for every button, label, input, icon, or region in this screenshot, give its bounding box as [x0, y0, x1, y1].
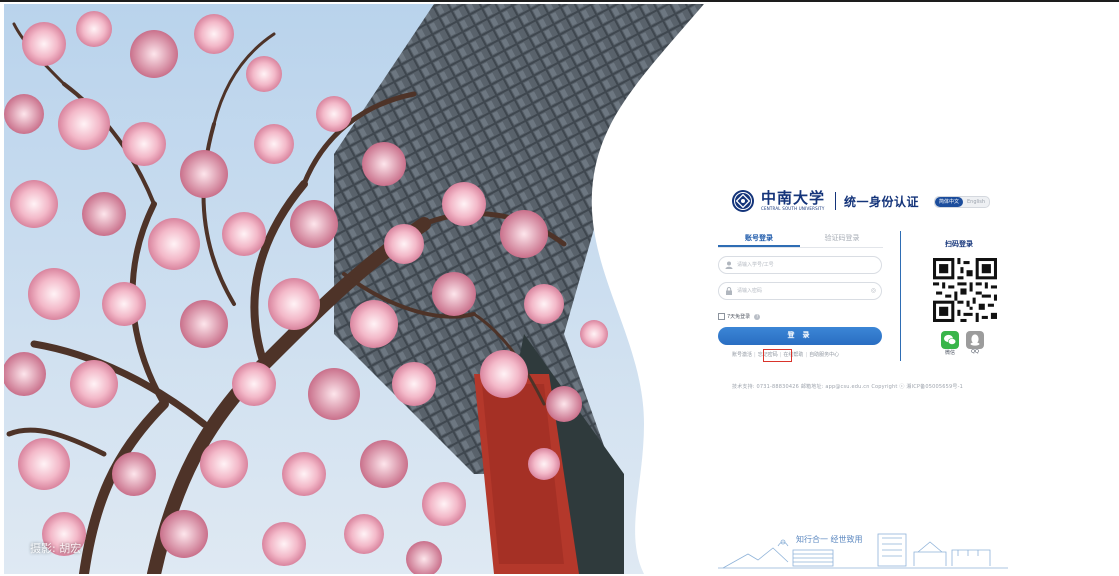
wechat-login-button[interactable] [941, 331, 959, 349]
user-icon [725, 261, 733, 269]
vertical-divider [900, 231, 901, 361]
forgot-password-highlight [763, 349, 792, 362]
remember-checkbox[interactable] [718, 313, 725, 320]
password-placeholder: 请输入密码 [737, 288, 763, 294]
lock-icon [726, 287, 732, 295]
username-field[interactable]: 请输入学号/工号 [718, 256, 882, 274]
wechat-label: 微信 [944, 350, 955, 356]
username-placeholder: 请输入学号/工号 [737, 262, 774, 268]
self-service-link[interactable]: 自助服务中心 [809, 351, 839, 358]
qq-login-button[interactable] [966, 331, 984, 349]
system-title: 统一身份认证 [844, 194, 920, 209]
slogan-text: 知行合一 经世致用 [796, 534, 863, 544]
login-button[interactable]: 登 录 [718, 327, 882, 345]
campus-lineart-illustration: 知行合一 经世致用 [718, 533, 1008, 569]
tab-code-login[interactable]: 验证码登录 [801, 231, 883, 245]
header-logo: 中南大学 CENTRAL SOUTH UNIVERSITY 统一身份认证 [731, 188, 919, 214]
help-icon[interactable]: ? [754, 313, 761, 320]
eye-toggle-icon[interactable]: ◎ [871, 288, 876, 294]
remember-label: 7天免登录 [727, 314, 751, 320]
password-field[interactable]: 请输入密码 ◎ [718, 282, 882, 300]
tab-account-login[interactable]: 账号登录 [718, 231, 800, 247]
qq-icon [970, 334, 980, 346]
login-tabs: 账号登录 验证码登录 [718, 231, 883, 248]
footer-info: 技术支持: 0731-88830426 邮箱地址: app@csu.edu.cn… [732, 384, 963, 390]
magnolia-illustration [4, 4, 716, 574]
remember-login[interactable]: 7天免登录 ? [718, 313, 761, 320]
activate-account-link[interactable]: 账号激活 [732, 351, 752, 358]
qq-label: QQ [971, 349, 979, 355]
university-seal-icon [732, 190, 754, 212]
photo-caption: 摄影: 胡宏 [30, 542, 82, 555]
lang-en-option[interactable]: English [963, 197, 989, 207]
link-separator: | [805, 351, 808, 358]
language-switch[interactable]: 简体中文 English [934, 196, 991, 208]
qr-code-icon[interactable] [933, 258, 997, 322]
university-name: 中南大学 [761, 189, 826, 207]
scan-login-title: 扫码登录 [945, 240, 973, 248]
lang-zh-option[interactable]: 简体中文 [935, 197, 964, 207]
background-photo [4, 4, 716, 574]
logo-divider [835, 192, 837, 210]
university-name-en: CENTRAL SOUTH UNIVERSITY [761, 206, 825, 211]
wechat-icon [944, 334, 957, 345]
link-separator: | [754, 351, 756, 358]
